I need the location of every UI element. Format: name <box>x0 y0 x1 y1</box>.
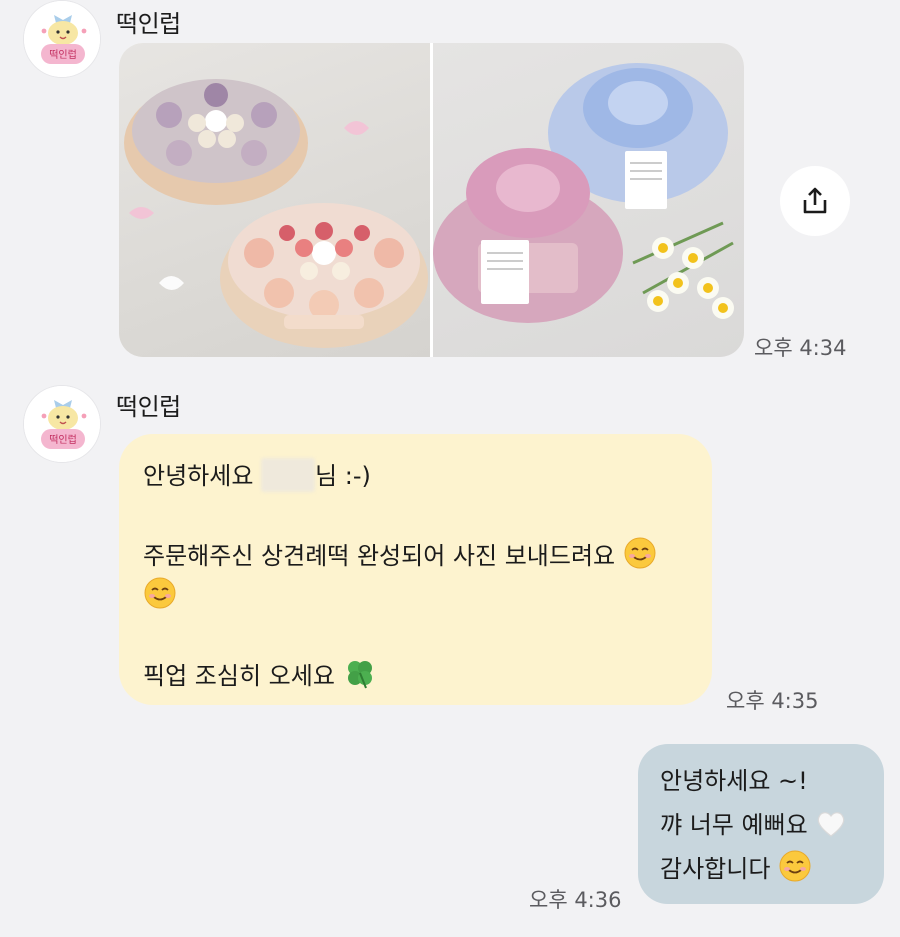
avatar-label: 떡인럽 <box>49 49 77 61</box>
sender-name: 떡인럽 <box>116 10 181 38</box>
message-line: 감사합니다 <box>660 847 864 891</box>
rice-cake-box-photo-1[interactable] <box>119 43 430 357</box>
message-line: 꺄 너무 예뻐요 <box>660 803 864 847</box>
message-time: 오후 4:35 <box>726 689 819 713</box>
smiling-face-emoji-icon <box>778 849 812 897</box>
message-text: 주문해주신 상견례떡 완성되어 사진 보내드려요 <box>143 542 616 570</box>
greeting-suffix: 님 :-) <box>315 462 371 490</box>
message-line: 주문해주신 상견례떡 완성되어 사진 보내드려요 <box>143 536 688 576</box>
message-line: 픽업 조심히 오세요 <box>143 656 688 696</box>
rice-cake-boxes-image <box>124 79 428 348</box>
rice-cake-character-avatar-icon: 떡인럽 <box>24 386 100 462</box>
message-text: 꺄 너무 예뻐요 <box>660 811 808 839</box>
message-line <box>143 576 688 616</box>
avatar[interactable]: 떡인럽 <box>23 385 101 463</box>
smiling-face-emoji-icon <box>623 536 657 582</box>
message-text: 픽업 조심히 오세요 <box>143 662 335 690</box>
rice-cake-box-photo-2[interactable] <box>433 43 744 357</box>
four-leaf-clover-emoji-icon <box>343 656 377 702</box>
message-bubble[interactable]: 안녕하세요 님 :-) 주문해주신 상견례떡 완성되어 사진 보내드려요 픽업 … <box>119 434 712 705</box>
message-time: 오후 4:34 <box>754 336 847 360</box>
my-message-bubble[interactable]: 안녕하세요 ~! 꺄 너무 예뻐요 감사합니다 <box>638 744 884 904</box>
photo-attachment[interactable] <box>119 43 744 357</box>
sender-name: 떡인럽 <box>116 393 181 421</box>
message-time: 오후 4:36 <box>529 888 622 912</box>
avatar-label: 떡인럽 <box>49 434 77 446</box>
rice-cake-character-avatar-icon: 떡인럽 <box>24 1 100 77</box>
share-button[interactable] <box>780 166 850 236</box>
message-line: 안녕하세요 님 :-) <box>143 456 688 496</box>
smiling-face-emoji-icon <box>143 576 177 622</box>
share-icon <box>803 187 827 214</box>
message-text: 감사합니다 <box>660 855 771 883</box>
wrapped-gift-boxes-image <box>433 63 734 323</box>
white-heart-emoji-icon <box>815 809 847 853</box>
message-line: 안녕하세요 ~! <box>660 767 808 795</box>
blurred-name <box>261 458 316 492</box>
greeting-text: 안녕하세요 <box>143 462 254 490</box>
avatar[interactable]: 떡인럽 <box>23 0 101 78</box>
